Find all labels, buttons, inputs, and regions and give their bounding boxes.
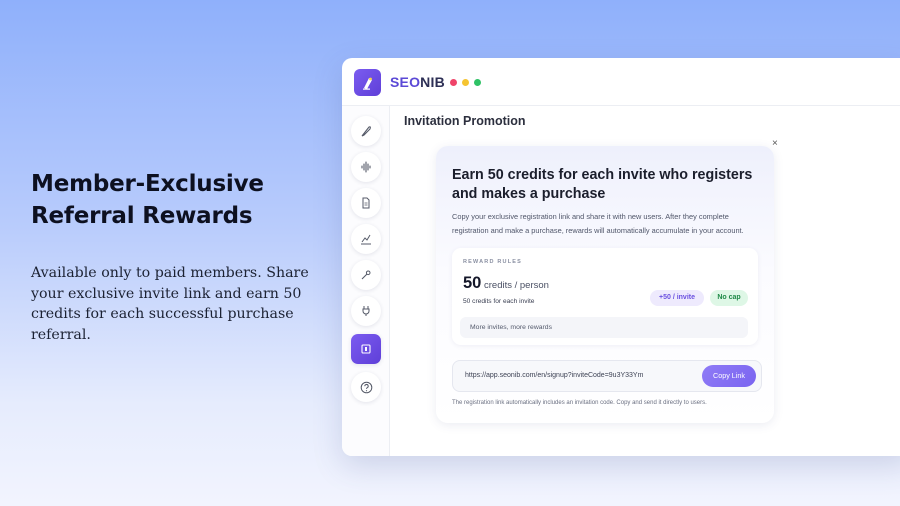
- magic-wand-icon: [361, 270, 371, 280]
- pen-chart-icon: [361, 234, 371, 245]
- red-dot[interactable]: [450, 79, 457, 86]
- window-dots: [450, 79, 481, 86]
- close-icon[interactable]: ×: [772, 138, 778, 149]
- sidebar-item-write[interactable]: [351, 116, 381, 146]
- copy-link-button[interactable]: Copy Link: [702, 365, 756, 387]
- top-bar: SEONIB: [342, 58, 900, 106]
- brand-part-2: NIB: [420, 74, 445, 90]
- card-description: Copy your exclusive registration link an…: [452, 212, 744, 235]
- sidebar-item-referral[interactable]: [351, 334, 381, 364]
- document-icon: [362, 197, 370, 209]
- app-window: SEONIB Invitation Promotion × Earn 50 cr…: [342, 58, 900, 456]
- reward-subtitle: 50 credits for each invite: [463, 298, 535, 305]
- sidebar-item-tools[interactable]: [351, 260, 381, 290]
- hero-title-line-1: Member-Exclusive: [31, 171, 264, 197]
- help-icon: [360, 381, 372, 393]
- green-dot[interactable]: [474, 79, 481, 86]
- brand-part-1: SEO: [390, 74, 421, 90]
- sidebar-item-analytics[interactable]: [351, 224, 381, 254]
- rate-badge: +50 / invite: [650, 290, 704, 306]
- audio-wave-icon: [361, 161, 371, 173]
- sidebar-item-integrations[interactable]: [351, 296, 381, 326]
- invite-link-field[interactable]: https://app.seonib.com/en/signup?inviteC…: [452, 360, 762, 392]
- brand-name: SEONIB: [390, 74, 445, 90]
- more-rewards-note: More invites, more rewards: [460, 317, 748, 338]
- feather-icon: [361, 126, 371, 137]
- card-title: Earn 50 credits for each invite who regi…: [452, 167, 753, 202]
- invite-note: The registration link automatically incl…: [452, 400, 707, 406]
- sidebar-item-audio[interactable]: [351, 152, 381, 182]
- yellow-dot[interactable]: [462, 79, 469, 86]
- page-title: Invitation Promotion: [404, 114, 526, 128]
- reward-unit: credits / person: [484, 280, 549, 291]
- reward-amount: 50: [463, 274, 482, 292]
- pen-nib-icon: [362, 77, 372, 90]
- reward-rules-panel: REWARD RULES 50 credits / person 50 cred…: [452, 248, 758, 345]
- hero-title-line-2: Referral Rewards: [31, 203, 253, 229]
- sidebar: [342, 106, 390, 456]
- app-logo[interactable]: [354, 69, 381, 96]
- sidebar-item-documents[interactable]: [351, 188, 381, 218]
- hero-title: Member-Exclusive Referral Rewards: [31, 168, 331, 232]
- sidebar-item-help[interactable]: [351, 372, 381, 402]
- plug-icon: [362, 306, 370, 316]
- gift-icon: [361, 344, 371, 354]
- hero-description: Available only to paid members. Share yo…: [31, 265, 309, 343]
- invite-url[interactable]: https://app.seonib.com/en/signup?inviteC…: [465, 372, 643, 379]
- reward-rules-label: REWARD RULES: [463, 259, 523, 265]
- cap-badge: No cap: [710, 290, 748, 306]
